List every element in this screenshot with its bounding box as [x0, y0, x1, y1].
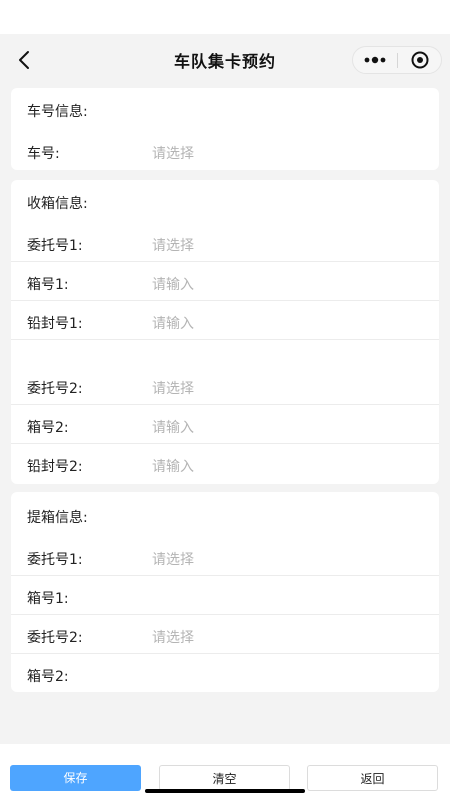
- field-label: 箱号1:: [27, 591, 69, 607]
- field-label: 委托号1:: [27, 238, 83, 254]
- back-button[interactable]: 返回: [307, 765, 438, 791]
- field-label: 委托号2:: [27, 630, 83, 646]
- receive-seal2-input[interactable]: 请输入: [152, 456, 194, 476]
- capsule-menu: [352, 46, 442, 74]
- field-label: 车号:: [27, 146, 60, 162]
- field-label: 委托号1:: [27, 552, 83, 568]
- section-title-pickup: 提箱信息:: [27, 510, 88, 526]
- pickup-order2-select[interactable]: 请选择: [152, 627, 194, 647]
- field-row-pickup-box1[interactable]: 箱号1:: [11, 576, 439, 615]
- clear-button[interactable]: 清空: [159, 765, 290, 791]
- field-row-receive-box2[interactable]: 箱号2: 请输入: [11, 405, 439, 444]
- receive-box1-input[interactable]: 请输入: [152, 274, 194, 294]
- field-label: 铅封号1:: [27, 316, 83, 332]
- save-button[interactable]: 保存: [10, 765, 141, 791]
- field-row-pickup-order1[interactable]: 委托号1: 请选择: [11, 537, 439, 576]
- receive-box2-input[interactable]: 请输入: [152, 417, 194, 437]
- truck-no-select[interactable]: 请选择: [152, 143, 194, 163]
- field-label: 铅封号2:: [27, 459, 83, 475]
- field-row-receive-seal1[interactable]: 铅封号1: 请输入: [11, 301, 439, 340]
- field-row-receive-order2[interactable]: 委托号2: 请选择: [11, 366, 439, 405]
- field-row-pickup-order2[interactable]: 委托号2: 请选择: [11, 615, 439, 654]
- field-label: 箱号1:: [27, 277, 69, 293]
- receive-order2-select[interactable]: 请选择: [152, 378, 194, 398]
- nav-bar: 车队集卡预约: [0, 34, 450, 86]
- more-dots-icon[interactable]: [353, 47, 397, 73]
- target-circle-icon[interactable]: [398, 47, 442, 73]
- field-row-truck-no[interactable]: 车号: 请选择: [11, 131, 439, 170]
- status-bar: [0, 0, 450, 34]
- receive-order1-select[interactable]: 请选择: [152, 235, 194, 255]
- home-indicator: [145, 789, 305, 793]
- field-label: 箱号2:: [27, 669, 69, 685]
- field-row-pickup-box2[interactable]: 箱号2:: [11, 654, 439, 693]
- field-row-receive-seal2[interactable]: 铅封号2: 请输入: [11, 444, 439, 483]
- section-title-truck: 车号信息:: [27, 104, 88, 120]
- field-row-receive-order1[interactable]: 委托号1: 请选择: [11, 223, 439, 262]
- truck-info-card: 车号信息: 车号: 请选择: [11, 88, 439, 170]
- field-row-receive-box1[interactable]: 箱号1: 请输入: [11, 262, 439, 301]
- receive-info-card: 收箱信息: 委托号1: 请选择 箱号1: 请输入 铅封号1: 请输入 委托号2:…: [11, 180, 439, 484]
- field-label: 箱号2:: [27, 420, 69, 436]
- receive-seal1-input[interactable]: 请输入: [152, 313, 194, 333]
- pickup-order1-select[interactable]: 请选择: [152, 549, 194, 569]
- pickup-info-card: 提箱信息: 委托号1: 请选择 箱号1: 委托号2: 请选择 箱号2:: [11, 492, 439, 692]
- field-label: 委托号2:: [27, 381, 83, 397]
- section-title-receive: 收箱信息:: [27, 196, 88, 212]
